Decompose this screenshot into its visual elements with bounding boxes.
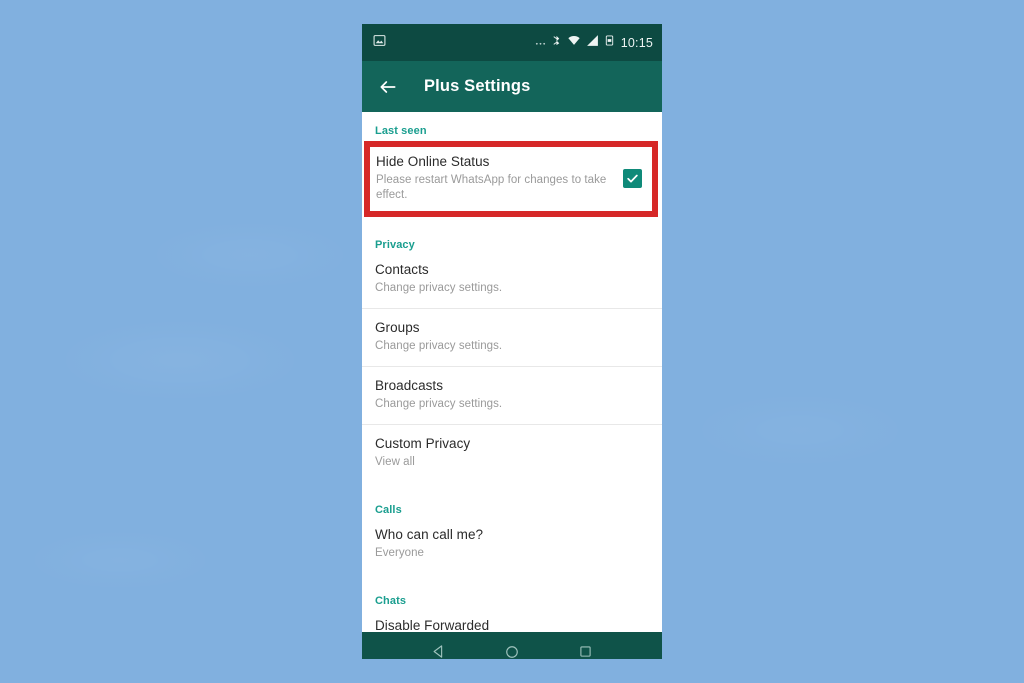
hide-online-status-checkbox[interactable] <box>623 169 642 189</box>
page-title: Plus Settings <box>424 77 531 95</box>
setting-row-contacts[interactable]: Contacts Change privacy settings. <box>362 251 662 308</box>
setting-subtitle: Please restart WhatsApp for changes to t… <box>376 173 607 202</box>
nav-back-icon[interactable] <box>426 639 452 660</box>
section-header-last-seen: Last seen <box>375 125 427 137</box>
bluetooth-icon <box>551 34 562 52</box>
setting-title: Who can call me? <box>375 527 484 543</box>
setting-subtitle: View all <box>375 456 415 469</box>
setting-subtitle: Change privacy settings. <box>375 340 503 353</box>
setting-title: Contacts <box>375 262 429 278</box>
highlighted-setting-group: Hide Online Status Please restart WhatsA… <box>362 141 662 218</box>
setting-row-text: Hide Online Status Please restart WhatsA… <box>376 154 623 203</box>
setting-row-custom-privacy[interactable]: Custom Privacy View all <box>362 425 662 482</box>
ellipsis-icon <box>535 34 546 52</box>
setting-title: Custom Privacy <box>375 436 471 452</box>
setting-row-hide-online-status[interactable]: Hide Online Status Please restart WhatsA… <box>362 141 662 217</box>
app-bar: Plus Settings <box>362 61 662 112</box>
wifi-icon <box>567 34 581 52</box>
section-header-calls: Calls <box>375 504 402 517</box>
setting-subtitle: Change privacy settings. <box>375 282 503 295</box>
status-bar-left <box>373 34 386 52</box>
setting-title: Groups <box>375 320 420 336</box>
battery-icon <box>604 34 615 52</box>
setting-row-broadcasts[interactable]: Broadcasts Change privacy settings. <box>362 367 662 424</box>
status-bar: 10:15 <box>362 24 662 61</box>
nav-recents-icon[interactable] <box>572 639 598 660</box>
status-bar-right: 10:15 <box>535 34 653 52</box>
phone-screenshot: 10:15 Plus Settings Last seen Hide Onlin… <box>362 24 662 659</box>
setting-row-disable-forwarded[interactable]: Disable Forwarded <box>362 607 662 632</box>
section-header-privacy: Privacy <box>375 239 415 252</box>
android-navigation-bar <box>362 632 662 659</box>
image-notification-icon <box>373 34 386 52</box>
setting-title: Disable Forwarded <box>375 618 490 632</box>
cellular-signal-icon <box>586 34 599 52</box>
setting-title: Broadcasts <box>375 378 444 394</box>
back-arrow-icon[interactable] <box>376 75 400 99</box>
setting-subtitle: Change privacy settings. <box>375 398 503 411</box>
status-bar-time: 10:15 <box>620 35 653 50</box>
setting-title: Hide Online Status <box>376 154 490 169</box>
section-header-chats: Chats <box>375 595 407 608</box>
setting-row-groups[interactable]: Groups Change privacy settings. <box>362 309 662 366</box>
setting-subtitle: Everyone <box>375 547 424 560</box>
setting-row-who-can-call-me[interactable]: Who can call me? Everyone <box>362 516 662 573</box>
settings-list[interactable]: Last seen Hide Online Status Please rest… <box>362 112 662 632</box>
nav-home-icon[interactable] <box>499 639 525 660</box>
